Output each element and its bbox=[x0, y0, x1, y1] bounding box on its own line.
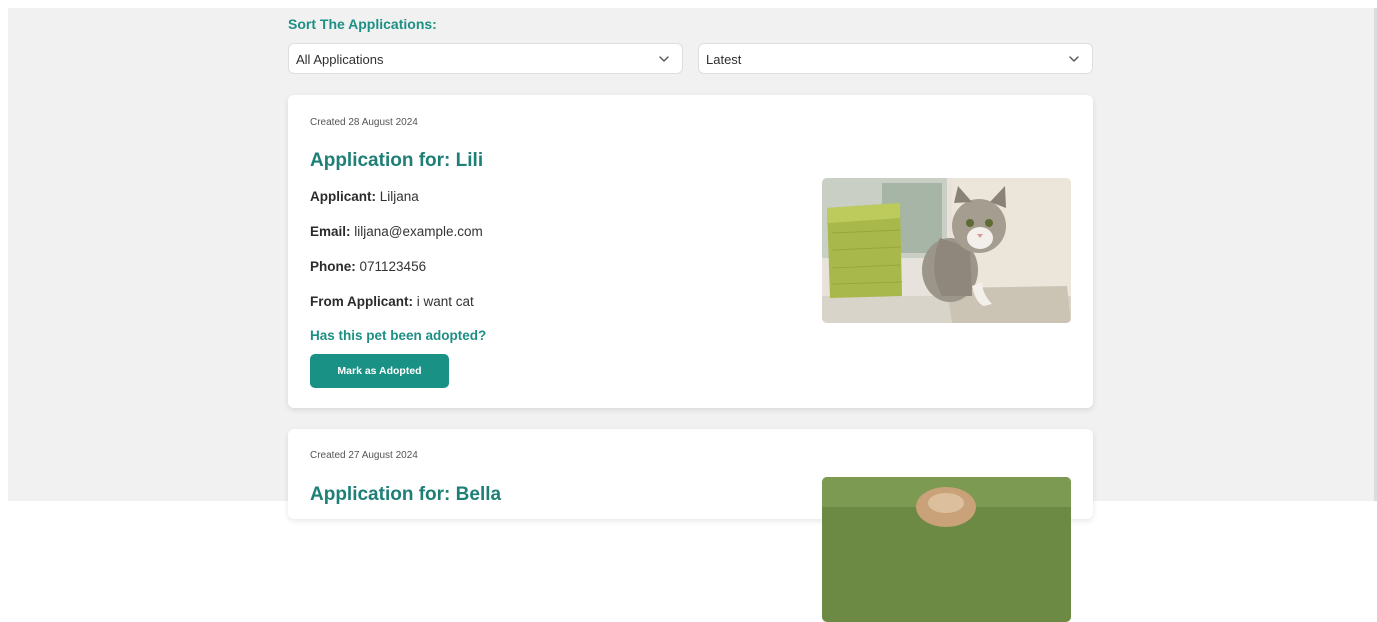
phone-field: Phone: 071123456 bbox=[310, 259, 426, 274]
adopted-question: Has this pet been adopted? bbox=[310, 328, 487, 343]
application-card: Created 27 August 2024 Application for: … bbox=[288, 429, 1093, 622]
message-label: From Applicant: bbox=[310, 294, 413, 309]
email-field: Email: liljana@example.com bbox=[310, 224, 483, 239]
chevron-down-icon bbox=[1069, 56, 1079, 62]
sort-order-value: Latest bbox=[706, 52, 742, 67]
sort-order-select[interactable]: Latest bbox=[698, 43, 1093, 74]
applicant-field: Applicant: Liljana bbox=[310, 189, 419, 204]
application-title: Application for: Bella bbox=[310, 484, 502, 505]
email-value: liljana@example.com bbox=[354, 224, 483, 239]
application-card: Created 28 August 2024 Application for: … bbox=[288, 95, 1093, 408]
dog-photo-image bbox=[822, 477, 1071, 622]
applicant-label: Applicant: bbox=[310, 189, 376, 204]
mark-as-adopted-button[interactable]: Mark as Adopted bbox=[310, 354, 449, 388]
message-field: From Applicant: i want cat bbox=[310, 294, 474, 309]
sort-title: Sort The Applications: bbox=[288, 16, 437, 32]
phone-label: Phone: bbox=[310, 259, 356, 274]
cat-photo-image bbox=[822, 178, 1071, 323]
message-value: i want cat bbox=[416, 294, 474, 309]
created-date: Created 27 August 2024 bbox=[310, 450, 418, 461]
application-filter-value: All Applications bbox=[296, 52, 384, 67]
phone-value: 071123456 bbox=[359, 259, 427, 274]
created-date: Created 28 August 2024 bbox=[310, 117, 418, 128]
pet-photo bbox=[822, 178, 1071, 323]
pet-photo bbox=[822, 477, 1071, 622]
application-title: Application for: Lili bbox=[310, 150, 484, 171]
application-filter-select[interactable]: All Applications bbox=[288, 43, 683, 74]
chevron-down-icon bbox=[659, 56, 669, 62]
email-label: Email: bbox=[310, 224, 351, 239]
applicant-value: Liljana bbox=[379, 189, 419, 204]
